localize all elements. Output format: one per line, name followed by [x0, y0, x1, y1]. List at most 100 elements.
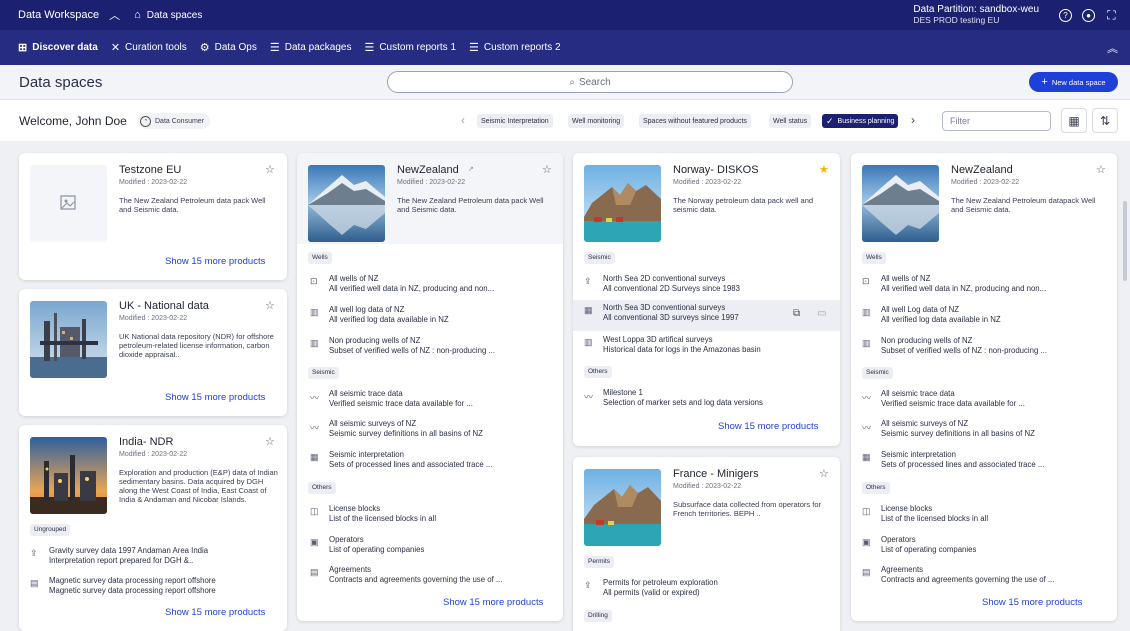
card-title[interactable]: UK - National data: [119, 300, 209, 312]
product-item[interactable]: ⇪ Gravity survey data 1997 Andaman Area …: [30, 546, 280, 574]
nav-data-packages[interactable]: ☰ Data packages: [270, 41, 352, 54]
star-icon[interactable]: ☆: [265, 435, 275, 448]
card-title[interactable]: Norway- DISKOS: [673, 164, 759, 176]
show-more-link[interactable]: Show 15 more products: [443, 597, 543, 608]
external-link-icon[interactable]: ↗: [468, 165, 474, 173]
data-space-card-uk[interactable]: UK - National data Modified : 2023-02-22…: [19, 289, 287, 416]
data-space-card-newzealand[interactable]: NewZealand ↗ Modified : 2023-02-22 The N…: [297, 153, 563, 621]
product-item[interactable]: 〰 All seismic trace data Verified seismi…: [310, 389, 555, 417]
nav-custom-reports-2[interactable]: ☰ Custom reports 2: [469, 41, 561, 54]
star-icon[interactable]: ☆: [265, 299, 275, 312]
product-item[interactable]: ▥ West Loppa 3D artifical surveys Histor…: [584, 335, 829, 363]
show-more-link[interactable]: Show 15 more products: [165, 256, 265, 267]
card-title[interactable]: India- NDR: [119, 436, 173, 448]
product-item-hovered[interactable]: ▦ North Sea 3D conventional surveys All …: [573, 300, 840, 331]
scrollbar-thumb[interactable]: [1123, 201, 1127, 281]
product-subtitle: Historical data for logs in the Amazonas…: [603, 345, 761, 354]
data-spaces-grid: Testzone EU Modified : 2023-02-22 The Ne…: [0, 141, 1130, 631]
product-item[interactable]: ⇪ North Sea 2D conventional surveys All …: [584, 274, 829, 302]
lock-file-icon: ⊡: [310, 276, 318, 286]
star-filled-icon[interactable]: ★: [819, 163, 829, 176]
data-space-card-france[interactable]: France - Minigers Modified : 2023-02-22 …: [573, 457, 840, 631]
data-space-card-norway[interactable]: Norway- DISKOS Modified : 2023-02-22 The…: [573, 153, 840, 446]
help-icon[interactable]: ?: [1059, 8, 1072, 22]
nav-discover-data[interactable]: ⊞ Discover data: [18, 41, 98, 54]
product-item[interactable]: ◫ License blocks List of the licensed bl…: [310, 504, 555, 532]
show-more-link[interactable]: Show 15 more products: [165, 392, 265, 403]
chevron-up-icon[interactable]: ︿: [109, 7, 120, 23]
product-item[interactable]: ▤ Agreements Contracts and agreements go…: [862, 565, 1107, 593]
card-title[interactable]: NewZealand: [951, 164, 1013, 176]
product-item[interactable]: ⇪ Permits for petroleum exploration All …: [584, 578, 829, 606]
wave-icon: 〰: [862, 423, 872, 433]
card-title[interactable]: Testzone EU: [119, 164, 181, 176]
card-title[interactable]: NewZealand: [397, 164, 459, 176]
log-icon: ▥: [862, 338, 871, 348]
nav-custom-reports-1[interactable]: ☰ Custom reports 1: [364, 41, 456, 54]
data-space-card-testzone[interactable]: Testzone EU Modified : 2023-02-22 The Ne…: [19, 153, 287, 280]
product-item[interactable]: ▥ All well log data of NZ All verified l…: [310, 305, 555, 333]
product-title: Gravity survey data 1997 Andaman Area In…: [49, 546, 209, 555]
product-item[interactable]: ▦ Seismic interpretation Sets of process…: [862, 450, 1107, 478]
star-icon[interactable]: ☆: [542, 163, 552, 176]
chip-spaces-without-featured[interactable]: Spaces without featured products: [639, 114, 751, 128]
product-item[interactable]: ▥ All well Log data of NZ All verified l…: [862, 305, 1107, 333]
star-icon[interactable]: ☆: [819, 467, 829, 480]
product-title: All wells of NZ: [329, 274, 379, 283]
product-item[interactable]: 〰 All seismic surveys of NZ Seismic surv…: [310, 419, 555, 447]
chip-seismic-interpretation[interactable]: Seismic Interpretation: [477, 114, 553, 128]
open-external-icon[interactable]: ⧉: [793, 308, 800, 319]
chevron-left-icon[interactable]: ‹: [461, 113, 465, 127]
search-input[interactable]: ⌕ Search: [387, 71, 793, 93]
app-name[interactable]: Data Workspace: [18, 9, 99, 21]
view-toggle-button[interactable]: ▦: [1061, 108, 1087, 133]
show-more-link[interactable]: Show 15 more products: [718, 421, 818, 432]
product-item[interactable]: ▣ Operators List of operating companies: [310, 535, 555, 563]
breadcrumb[interactable]: Data spaces: [147, 10, 203, 21]
nav-curation-tools[interactable]: ✕ Curation tools: [111, 41, 187, 54]
product-item[interactable]: ▤ Magnetic survey data processing report…: [30, 576, 280, 604]
product-item[interactable]: 〰 All seismic trace data Verified seismi…: [862, 389, 1107, 417]
data-space-card-india[interactable]: India- NDR Modified : 2023-02-22 Explora…: [19, 425, 287, 631]
user-icon[interactable]: ●: [1082, 8, 1095, 22]
section-label-others: Others: [308, 482, 336, 494]
new-data-space-button[interactable]: + New data space: [1029, 72, 1118, 92]
chip-well-monitoring[interactable]: Well monitoring: [568, 114, 625, 128]
sort-button[interactable]: ⇅: [1092, 108, 1118, 133]
product-item[interactable]: ▥ Non producing wells of NZ Subset of ve…: [862, 336, 1107, 364]
show-more-link[interactable]: Show 15 more products: [165, 607, 265, 618]
product-item[interactable]: ⊡ All wells of NZ All verified well data…: [862, 274, 1107, 302]
log-icon: ▥: [862, 307, 871, 317]
home-icon[interactable]: ⌂: [134, 9, 141, 21]
data-space-card-newzealand-2[interactable]: NewZealand Modified : 2023-02-22 The New…: [851, 153, 1117, 621]
product-item[interactable]: ◫ License blocks List of the licensed bl…: [862, 504, 1107, 532]
chip-well-status[interactable]: Well status: [769, 114, 812, 128]
product-item[interactable]: ▥ Non producing wells of NZ Subset of ve…: [310, 336, 555, 364]
nav-data-ops[interactable]: ⚙ Data Ops: [200, 41, 257, 54]
chip-business-planning[interactable]: ✓ Business planning: [822, 114, 899, 128]
product-subtitle: Contracts and agreements governing the u…: [881, 575, 1055, 584]
filter-input[interactable]: Filter: [942, 111, 1051, 131]
star-icon[interactable]: ☆: [265, 163, 275, 176]
product-item[interactable]: ⊡ All wells of NZ All verified well data…: [310, 274, 555, 302]
card-title[interactable]: France - Minigers: [673, 468, 759, 480]
product-item[interactable]: ▣ Operators List of operating companies: [862, 535, 1107, 563]
product-item[interactable]: ▦ Seismic interpretation Sets of process…: [310, 450, 555, 478]
page-title: Data spaces: [19, 74, 103, 91]
card-description: Exploration and production (E&P) data of…: [119, 468, 278, 504]
star-icon[interactable]: ☆: [1096, 163, 1106, 176]
check-icon: ✓: [826, 115, 834, 126]
fullscreen-icon[interactable]: ⛶: [1105, 8, 1118, 22]
collapse-nav-icon[interactable]: ︽: [1107, 40, 1118, 56]
section-label-others: Others: [584, 366, 612, 378]
product-item[interactable]: 〰 Milestone 1 Selection of marker sets a…: [584, 388, 829, 416]
product-item[interactable]: ▤ Agreements Contracts and agreements go…: [310, 565, 555, 593]
data-partition[interactable]: Data Partition: sandbox-weu DES PROD tes…: [913, 4, 1039, 26]
show-more-link[interactable]: Show 15 more products: [982, 597, 1082, 608]
product-subtitle: List of the licensed blocks in all: [881, 514, 989, 523]
chevron-right-icon[interactable]: ›: [911, 113, 915, 127]
card-modified: Modified : 2023-02-22: [397, 179, 466, 186]
comment-icon[interactable]: ▭: [817, 308, 826, 319]
product-item[interactable]: 〰 All seismic surveys of NZ Seismic surv…: [862, 419, 1107, 447]
product-title: All seismic surveys of NZ: [881, 419, 969, 428]
